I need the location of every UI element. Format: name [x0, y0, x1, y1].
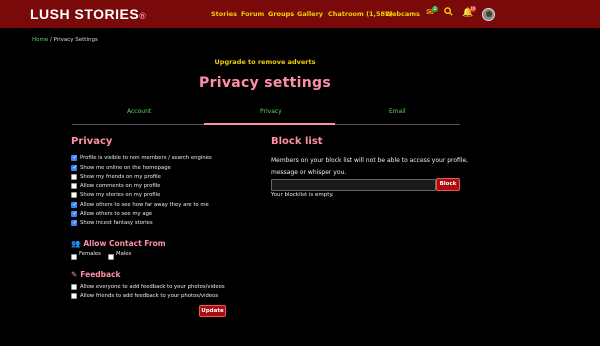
update-button[interactable]: Update — [199, 305, 226, 317]
nav-chatroom[interactable]: Chatroom (1,582) — [328, 10, 393, 18]
breadcrumb: Home / Privacy Settings — [32, 37, 98, 43]
checkbox[interactable] — [71, 219, 78, 226]
feedback-heading: ✎ Feedback — [71, 270, 121, 279]
checkbox[interactable] — [71, 254, 77, 260]
avatar[interactable] — [482, 8, 495, 21]
tab-email[interactable]: Email — [389, 108, 406, 115]
contact-heading: 👥 Allow Contact From — [71, 239, 166, 248]
checkbox[interactable] — [108, 254, 114, 260]
checkbox[interactable] — [71, 154, 78, 161]
nav-gallery[interactable]: Gallery — [297, 10, 323, 18]
tab-privacy[interactable]: Privacy — [260, 108, 282, 115]
top-navbar: LUSH STORIES® Stories Forum Groups Galle… — [0, 0, 600, 28]
checkbox[interactable] — [71, 192, 77, 198]
nav-webcams[interactable]: Webcams — [385, 10, 420, 18]
nav-groups[interactable]: Groups — [268, 10, 294, 18]
block-username-input[interactable] — [271, 179, 436, 191]
mail-badge: 2 — [432, 6, 438, 12]
tab-account[interactable]: Account — [127, 108, 151, 115]
users-icon: 👥 — [71, 239, 81, 248]
breadcrumb-home[interactable]: Home — [32, 37, 48, 43]
notification-badge: 10 — [470, 6, 476, 12]
privacy-heading: Privacy — [71, 136, 113, 147]
nav-forum[interactable]: Forum — [241, 10, 264, 18]
nav-stories[interactable]: Stories — [211, 10, 237, 18]
breadcrumb-current: Privacy Settings — [53, 37, 98, 43]
upgrade-link[interactable]: Upgrade to remove adverts — [0, 58, 530, 66]
checkbox[interactable] — [71, 293, 77, 299]
checkbox[interactable] — [71, 201, 78, 208]
checkbox[interactable] — [71, 174, 77, 180]
breadcrumb-separator: / — [50, 37, 52, 43]
site-logo[interactable]: LUSH STORIES® — [30, 6, 146, 22]
search-icon[interactable] — [442, 7, 454, 19]
block-list-description: Members on your block list will not be a… — [271, 157, 469, 176]
edit-icon: ✎ — [71, 270, 78, 279]
checkbox[interactable] — [71, 284, 77, 290]
checkbox[interactable] — [71, 210, 78, 217]
page-title: Privacy settings — [199, 75, 331, 91]
checkbox[interactable] — [71, 164, 78, 171]
checkbox[interactable] — [71, 183, 77, 189]
block-list-heading: Block list — [271, 136, 323, 147]
active-tab-indicator — [204, 123, 335, 125]
blocklist-empty-message: Your blocklist is empty. — [271, 192, 334, 198]
block-button[interactable]: Block — [436, 178, 460, 191]
